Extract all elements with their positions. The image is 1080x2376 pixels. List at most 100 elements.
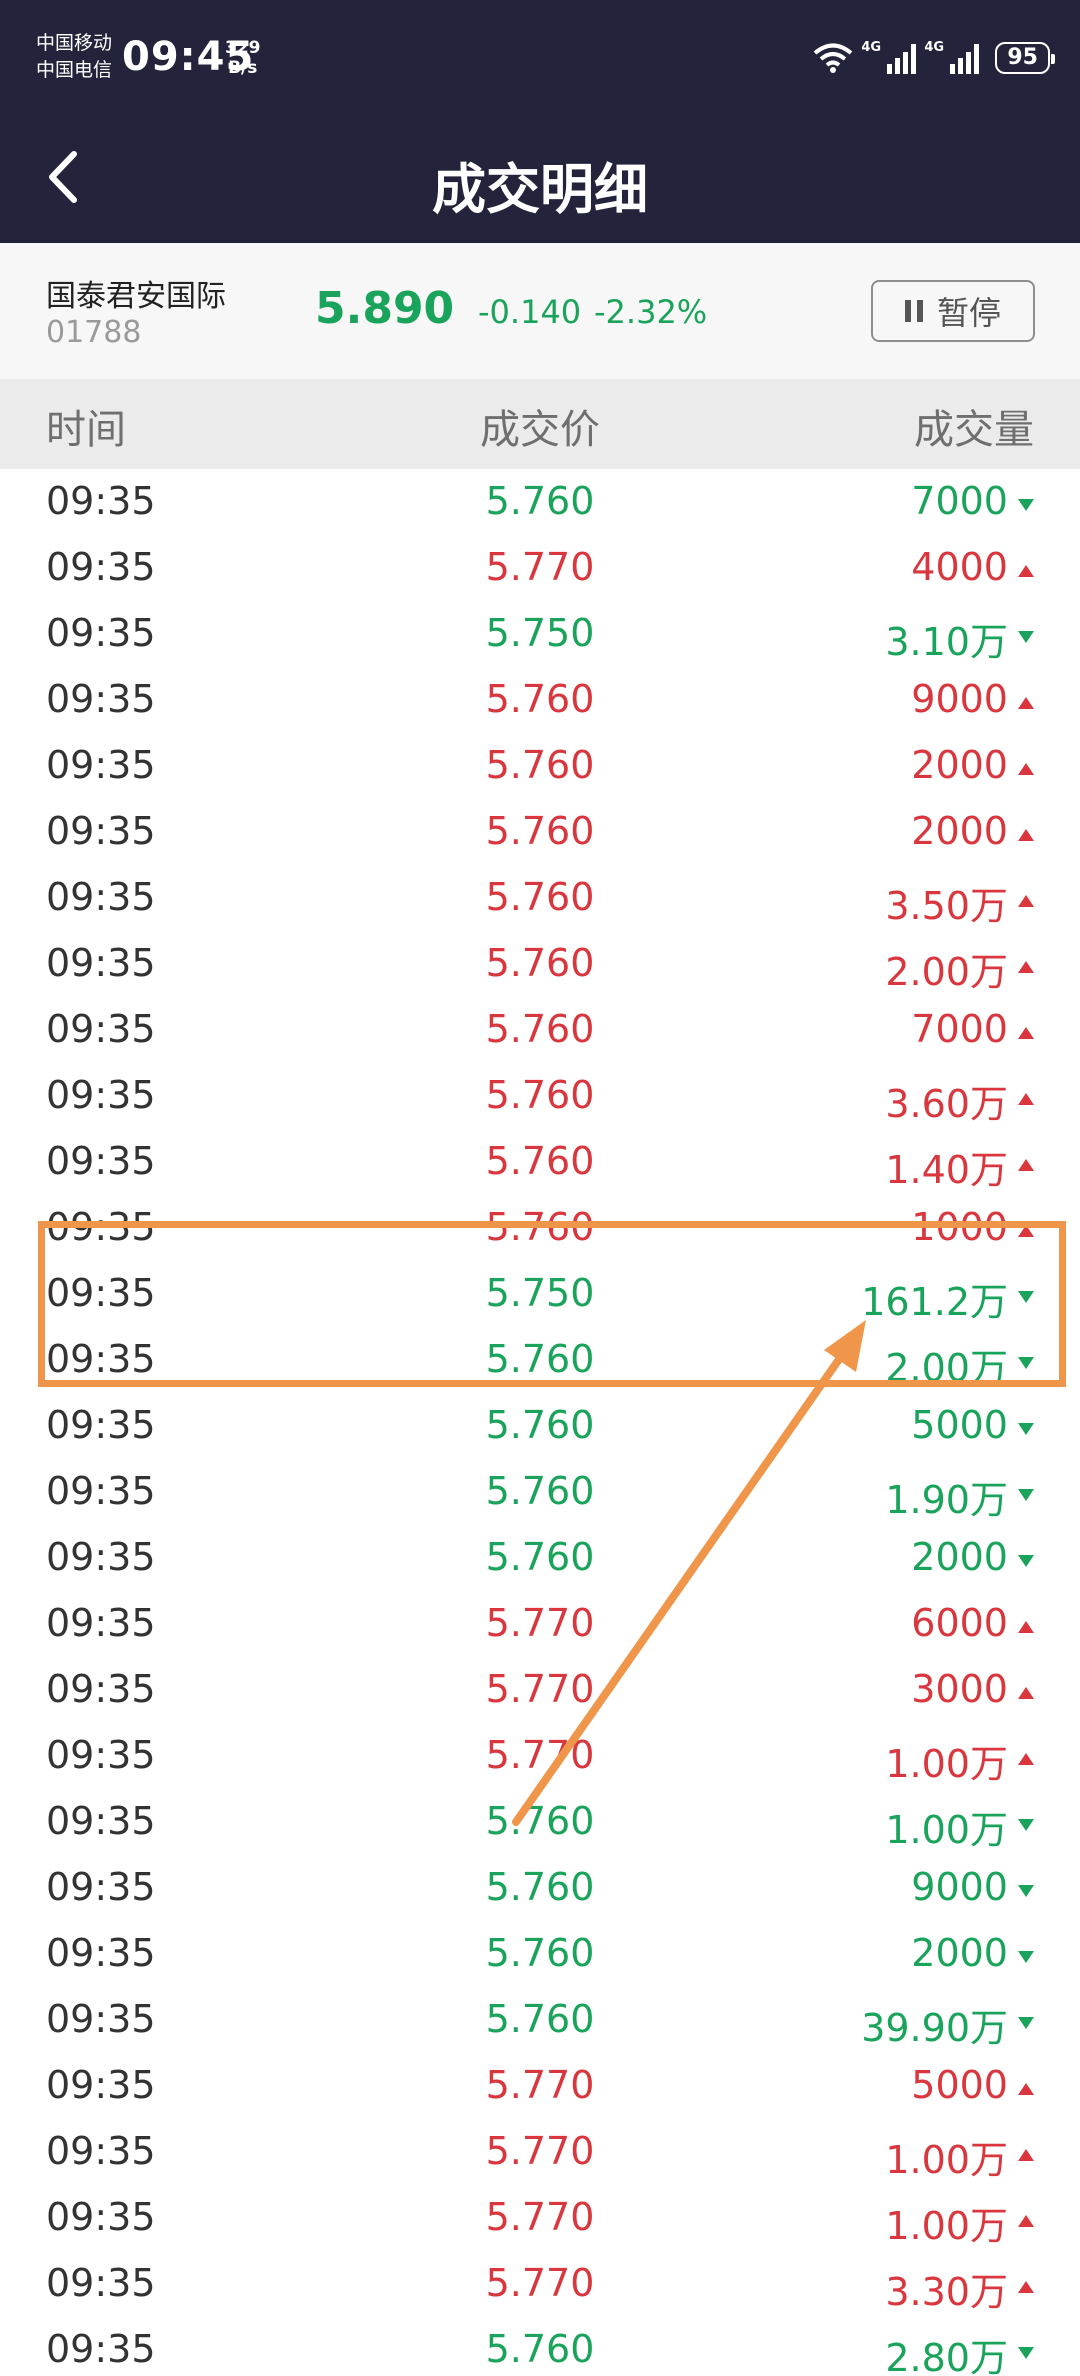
trade-volume: 3.60万	[885, 1082, 1008, 1126]
column-header: 时间 成交价 成交量	[0, 379, 1080, 469]
triangle-down-icon	[1018, 2347, 1034, 2359]
top-bar: 中国移动 中国电信 09:45 329 B/s 4G 4G 95 成交明细	[0, 0, 1080, 243]
battery-icon: 95	[995, 42, 1055, 74]
table-row: 09:35 5.760 9000	[0, 1855, 1080, 1921]
page-title: 成交明细	[432, 158, 648, 221]
table-row: 09:35 5.760 7000	[0, 997, 1080, 1063]
table-row: 09:35 5.770 1.00万	[0, 2119, 1080, 2185]
table-row: 09:35 5.760 1000	[0, 1195, 1080, 1261]
triangle-up-icon	[1018, 1687, 1034, 1699]
trade-volume: 1.00万	[885, 2138, 1008, 2182]
triangle-up-icon	[1018, 1621, 1034, 1633]
triangle-up-icon	[1018, 2083, 1034, 2095]
table-row: 09:35 5.760 2000	[0, 799, 1080, 865]
triangle-down-icon	[1018, 1291, 1034, 1303]
pause-icon	[904, 300, 923, 322]
trade-volume: 3.30万	[885, 2270, 1008, 2314]
triangle-up-icon	[1018, 961, 1034, 973]
trade-volume: 3.10万	[885, 620, 1008, 664]
trade-volume: 4000	[911, 545, 1008, 589]
trade-list[interactable]: 09:35 5.760 7000 09:35 5.770 4000 09:35 5.750 3.…	[0, 469, 1080, 2376]
stock-code: 01788	[46, 315, 142, 350]
network-speed-unit: B/s	[228, 58, 258, 78]
table-row: 09:35 5.760 1.90万	[0, 1459, 1080, 1525]
table-row: 09:35 5.770 1.00万	[0, 1723, 1080, 1789]
table-row: 09:35 5.760 2.00万	[0, 931, 1080, 997]
table-row: 09:35 5.760 2000	[0, 733, 1080, 799]
table-row: 09:35 5.770 3.30万	[0, 2251, 1080, 2317]
table-row: 09:35 5.760 2.00万	[0, 1327, 1080, 1393]
stock-info-bar: 国泰君安国际 01788 5.890 -0.140 -2.32% 暂停	[0, 243, 1080, 379]
triangle-up-icon	[1018, 1093, 1034, 1105]
table-row: 09:35 5.760 39.90万	[0, 1987, 1080, 2053]
table-row: 09:35 5.770 1.00万	[0, 2185, 1080, 2251]
signal-2-label: 4G	[924, 40, 945, 55]
table-row: 09:35 5.770 4000	[0, 535, 1080, 601]
trade-volume: 1.90万	[885, 1478, 1008, 1522]
carrier-1: 中国移动	[36, 32, 113, 54]
signal-1-label: 4G	[861, 40, 882, 55]
column-volume: 成交量	[914, 407, 1034, 453]
trade-volume: 2000	[911, 809, 1008, 853]
trade-volume: 3000	[911, 1667, 1008, 1711]
triangle-down-icon	[1018, 499, 1034, 511]
table-row: 09:35 5.760 2000	[0, 1921, 1080, 1987]
trade-volume: 2000	[911, 743, 1008, 787]
trade-volume: 3.50万	[885, 884, 1008, 928]
triangle-down-icon	[1018, 1951, 1034, 1963]
trade-volume: 7000	[911, 479, 1008, 523]
triangle-down-icon	[1018, 2017, 1034, 2029]
table-row: 09:35 5.770 6000	[0, 1591, 1080, 1657]
trade-volume: 1.00万	[885, 2204, 1008, 2248]
trade-volume: 7000	[911, 1007, 1008, 1051]
triangle-down-icon	[1018, 1357, 1034, 1369]
table-row: 09:35 5.760 9000	[0, 667, 1080, 733]
trade-volume: 2.80万	[885, 2336, 1008, 2376]
stock-change-percent: -2.32%	[594, 293, 708, 331]
table-row: 09:35 5.770 5000	[0, 2053, 1080, 2119]
table-row: 09:35 5.770 3000	[0, 1657, 1080, 1723]
carrier-labels: 中国移动 中国电信	[36, 30, 112, 84]
triangle-up-icon	[1018, 1159, 1034, 1171]
triangle-down-icon	[1018, 1885, 1034, 1897]
trade-volume: 1.00万	[885, 1808, 1008, 1852]
triangle-up-icon	[1018, 763, 1034, 775]
table-row: 09:35 5.760 2.80万	[0, 2317, 1080, 2376]
trade-volume: 9000	[911, 677, 1008, 721]
trade-volume: 6000	[911, 1601, 1008, 1645]
trade-volume: 1.00万	[885, 1742, 1008, 1786]
table-row: 09:35 5.760 3.50万	[0, 865, 1080, 931]
trade-volume: 2000	[911, 1931, 1008, 1975]
triangle-up-icon	[1018, 697, 1034, 709]
triangle-up-icon	[1018, 2149, 1034, 2161]
stock-change: -0.140	[478, 293, 582, 331]
triangle-down-icon	[1018, 1423, 1034, 1435]
triangle-up-icon	[1018, 895, 1034, 907]
wifi-icon	[814, 43, 853, 73]
trade-volume: 161.2万	[861, 1280, 1008, 1324]
triangle-up-icon	[1018, 2281, 1034, 2293]
triangle-down-icon	[1018, 1489, 1034, 1501]
triangle-up-icon	[1018, 565, 1034, 577]
triangle-up-icon	[1018, 1027, 1034, 1039]
trade-volume: 2.00万	[885, 950, 1008, 994]
triangle-up-icon	[1018, 1225, 1034, 1237]
triangle-down-icon	[1018, 631, 1034, 643]
table-row: 09:35 5.760 5000	[0, 1393, 1080, 1459]
pause-button[interactable]: 暂停	[871, 280, 1035, 342]
trade-volume: 39.90万	[861, 2006, 1008, 2050]
table-row: 09:35 5.750 3.10万	[0, 601, 1080, 667]
triangle-up-icon	[1018, 2215, 1034, 2227]
trade-volume: 5000	[911, 2063, 1008, 2107]
trade-volume: 2.00万	[885, 1346, 1008, 1390]
signal-icon-1: 4G	[861, 40, 917, 74]
triangle-down-icon	[1018, 1819, 1034, 1831]
table-row: 09:35 5.760 3.60万	[0, 1063, 1080, 1129]
signal-icon-2: 4G	[924, 40, 980, 74]
stock-name: 国泰君安国际	[46, 279, 226, 314]
trade-volume: 5000	[911, 1403, 1008, 1447]
status-icons: 4G 4G 95	[813, 38, 1055, 78]
trade-volume: 9000	[911, 1865, 1008, 1909]
table-row: 09:35 5.760 1.00万	[0, 1789, 1080, 1855]
carrier-2: 中国电信	[36, 59, 113, 81]
